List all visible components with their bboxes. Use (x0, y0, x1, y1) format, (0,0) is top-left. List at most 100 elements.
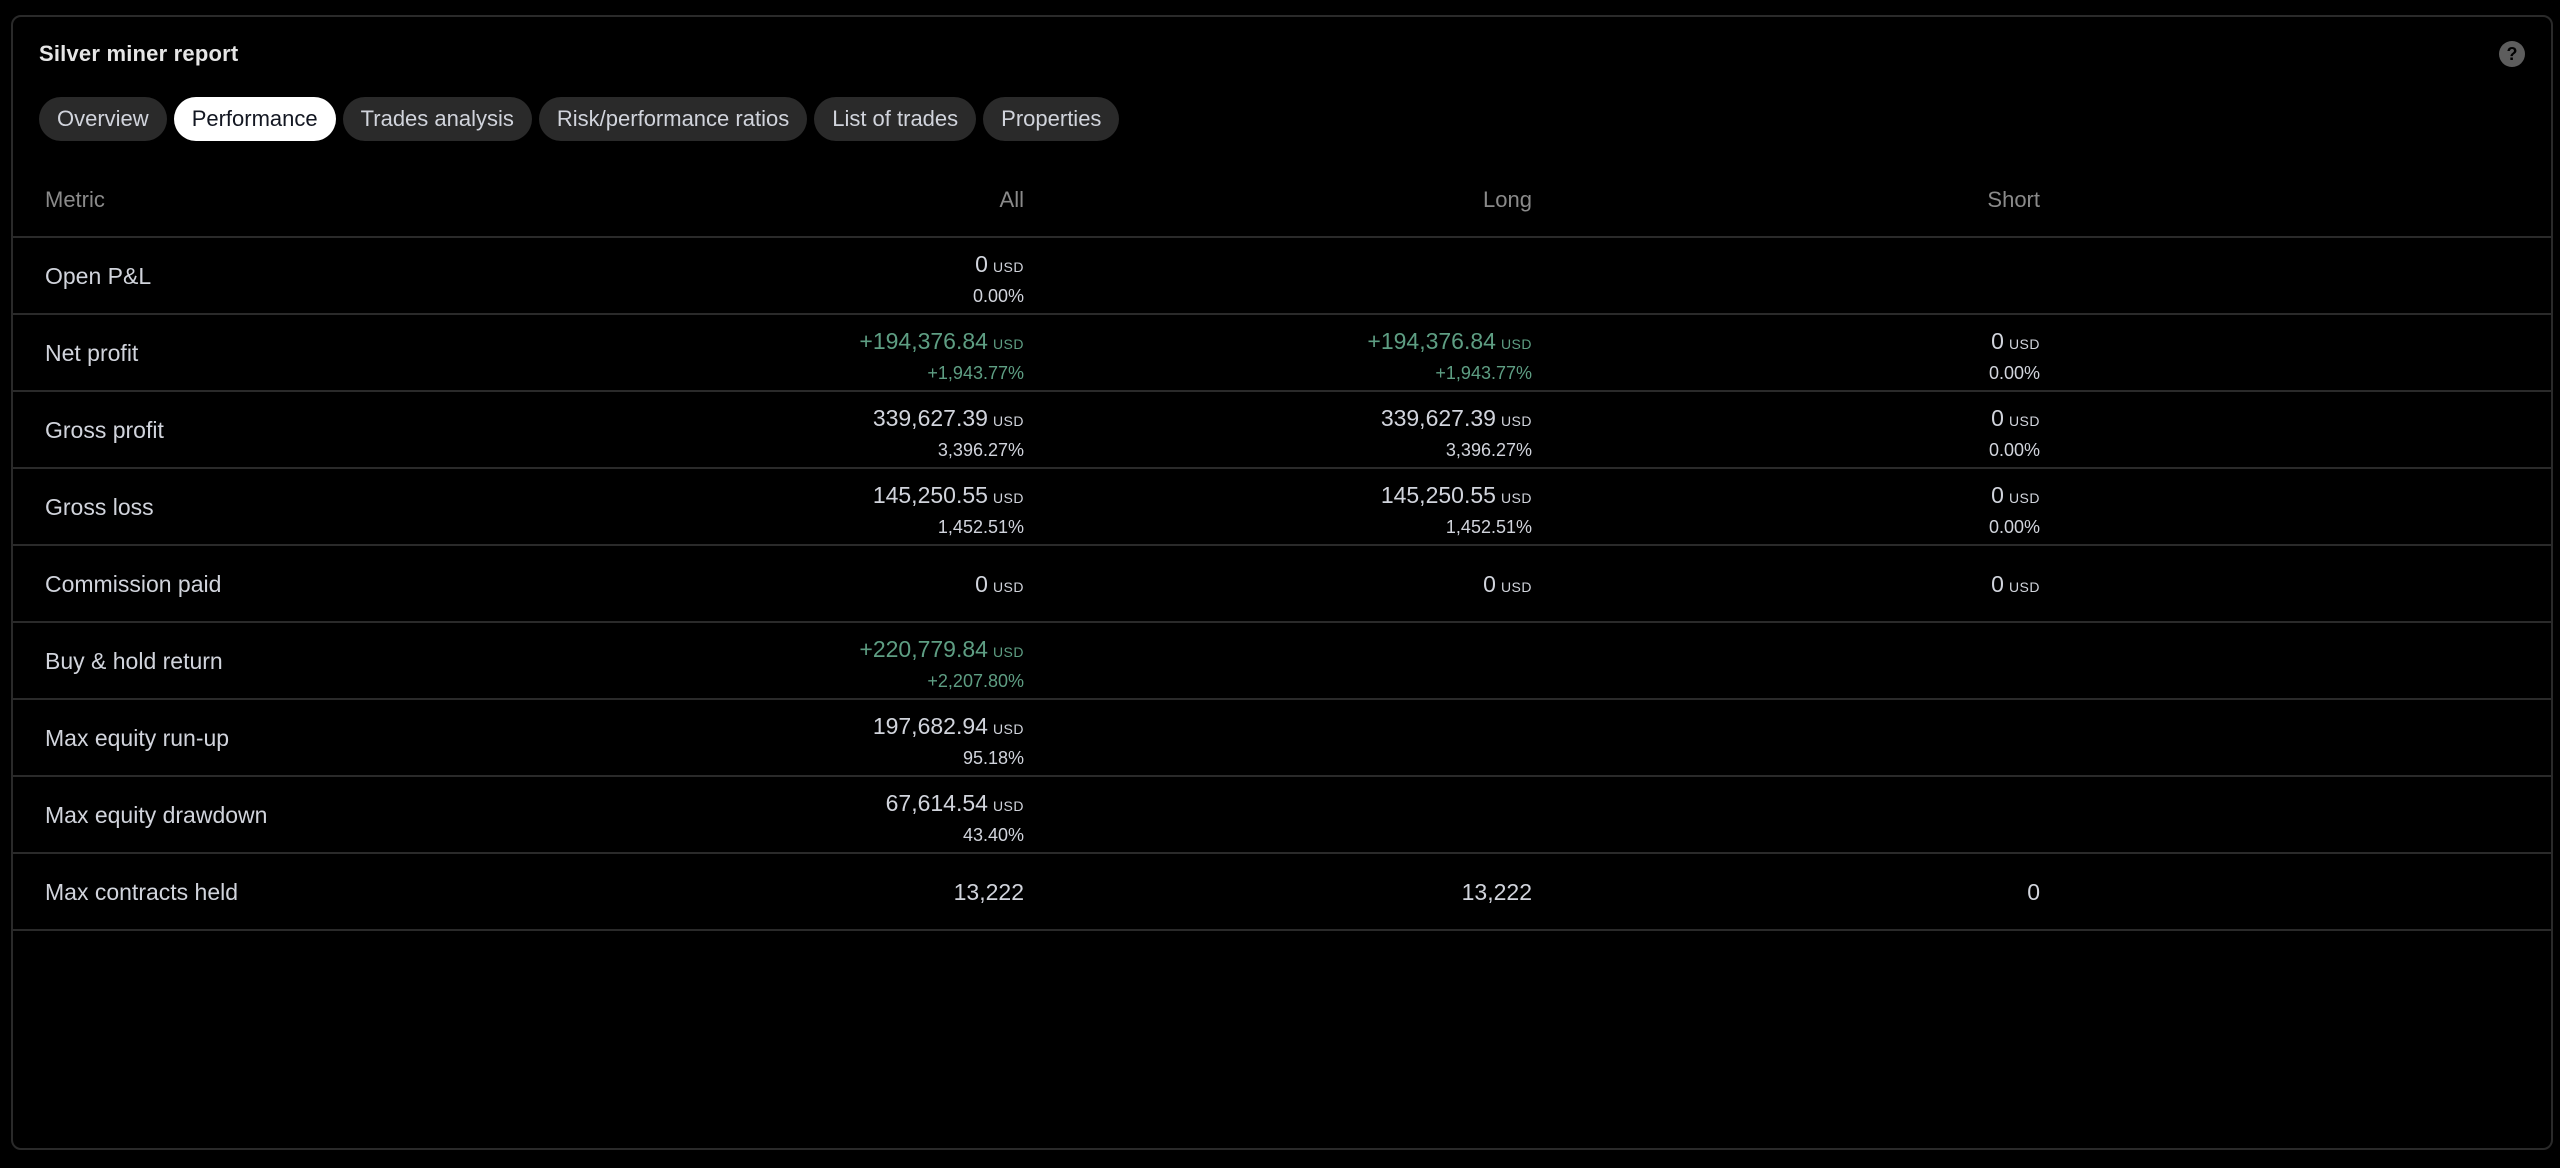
all-value: 145,250.55 (872, 482, 988, 508)
all-cell: 0 USD (975, 570, 1024, 601)
all-value-line: +194,376.84 USD (859, 327, 1024, 358)
header-short: Short (1987, 187, 2040, 212)
all-value-line: 197,682.94 USD (873, 712, 1024, 743)
all-cell: 67,614.54 USD 43.40% (886, 789, 1024, 847)
long-unit: USD (1500, 336, 1532, 352)
all-value: +220,779.84 (859, 636, 988, 662)
metric-label: Max equity run-up (45, 725, 230, 751)
long-percent: 1,452.51% (1445, 517, 1532, 537)
long-cell: 339,627.39 USD 3,396.27% (1381, 404, 1532, 462)
all-cell: 197,682.94 USD 95.18% (873, 712, 1024, 770)
tab-performance[interactable]: Performance (173, 97, 336, 141)
tab-overview[interactable]: Overview (39, 97, 167, 141)
all-value: +194,376.84 (859, 328, 988, 354)
long-value-line: 145,250.55 USD (1381, 481, 1532, 512)
short-value-line: 0 USD (1989, 404, 2040, 435)
header-metric: Metric (45, 187, 105, 212)
short-unit: USD (2008, 579, 2040, 595)
all-cell: +194,376.84 USD +1,943.77% (859, 327, 1024, 385)
short-value-line: 0 USD (1989, 481, 2040, 512)
header-long: Long (1483, 187, 1532, 212)
long-percent: 3,396.27% (1445, 440, 1532, 460)
all-unit: USD (992, 579, 1024, 595)
all-percent: 43.40% (962, 825, 1024, 845)
long-value-line: +194,376.84 USD (1367, 327, 1532, 358)
all-value-line: 0 USD (975, 570, 1024, 601)
table-row: Open P&L 0 USD 0.00% (13, 238, 2551, 315)
all-value-line: 67,614.54 USD (886, 789, 1024, 820)
table-body: Open P&L 0 USD 0.00% Net profit +194,376.84 US… (13, 238, 2551, 931)
all-percent: 1,452.51% (937, 517, 1024, 537)
tab-properties[interactable]: Properties (983, 97, 1120, 141)
header-all: All (999, 187, 1024, 212)
all-unit: USD (992, 336, 1024, 352)
short-value: 0 (1991, 482, 2004, 508)
metric-label: Gross profit (45, 417, 164, 443)
long-cell: 13,222 (1462, 878, 1532, 906)
table-row: Net profit +194,376.84 USD +1,943.77% +194,3… (13, 315, 2551, 392)
short-cell: 0 USD 0.00% (1989, 327, 2040, 385)
long-value: 0 (1483, 571, 1496, 597)
long-value: 145,250.55 (1380, 482, 1496, 508)
long-cell: 145,250.55 USD 1,452.51% (1381, 481, 1532, 539)
long-value-line: 0 USD (1483, 570, 1532, 601)
all-unit: USD (992, 798, 1024, 814)
all-percent: +1,943.77% (927, 363, 1024, 383)
all-value: 197,682.94 (872, 713, 988, 739)
short-value: 0 (1991, 328, 2004, 354)
all-percent: +2,207.80% (927, 671, 1024, 691)
table-row: Gross loss 145,250.55 USD 1,452.51% 145,250.… (13, 469, 2551, 546)
all-unit: USD (992, 413, 1024, 429)
short-value: 0 (1991, 405, 2004, 431)
table-header: Metric All Long Short (13, 164, 2551, 238)
all-unit: USD (992, 721, 1024, 737)
tab-trades-analysis[interactable]: Trades analysis (342, 97, 532, 141)
short-value-line: 0 (2027, 878, 2040, 906)
all-value-line: 0 USD (973, 250, 1024, 281)
question-circle-icon[interactable]: ? (2499, 41, 2525, 67)
all-percent: 0.00% (972, 286, 1024, 306)
long-cell: 0 USD (1483, 570, 1532, 601)
all-value: 67,614.54 (885, 790, 988, 816)
short-value-line: 0 USD (1991, 570, 2040, 601)
tab-risk-performance-ratios[interactable]: Risk/performance ratios (538, 97, 808, 141)
report-tabs: Overview Performance Trades analysis Ris… (39, 97, 1120, 141)
table-row: Buy & hold return +220,779.84 USD +2,207.80… (13, 623, 2551, 700)
table-row: Max equity drawdown 67,614.54 USD 43.40% (13, 777, 2551, 854)
all-unit: USD (992, 490, 1024, 506)
all-value: 339,627.39 (872, 405, 988, 431)
table-row: Max equity run-up 197,682.94 USD 95.18% (13, 700, 2551, 777)
tab-list-of-trades[interactable]: List of trades (814, 97, 977, 141)
all-unit: USD (992, 644, 1024, 660)
long-percent: +1,943.77% (1435, 363, 1532, 383)
long-value-line: 13,222 (1462, 878, 1532, 906)
long-unit: USD (1500, 413, 1532, 429)
metric-label: Open P&L (45, 263, 152, 289)
short-cell: 0 (2027, 878, 2040, 906)
short-unit: USD (2008, 413, 2040, 429)
short-cell: 0 USD 0.00% (1989, 404, 2040, 462)
short-cell: 0 USD 0.00% (1989, 481, 2040, 539)
metric-label: Net profit (45, 340, 139, 366)
table-row: Gross profit 339,627.39 USD 3,396.27% 339,62… (13, 392, 2551, 469)
strategy-report-panel: Silver miner report ? Overview Performan… (11, 15, 2553, 1150)
table-row: Commission paid 0 USD 0 USD 0 USD (13, 546, 2551, 623)
all-value-line: +220,779.84 USD (859, 635, 1024, 666)
short-value-line: 0 USD (1989, 327, 2040, 358)
table-row: Max contracts held 13,222 13,222 0 (13, 854, 2551, 931)
all-cell: 13,222 (954, 878, 1024, 906)
short-value: 0 (1991, 571, 2004, 597)
short-unit: USD (2008, 336, 2040, 352)
metric-label: Max equity drawdown (45, 802, 268, 828)
all-value: 0 (975, 571, 988, 597)
short-percent: 0.00% (1988, 517, 2040, 537)
metric-label: Buy & hold return (45, 648, 223, 674)
all-percent: 3,396.27% (937, 440, 1024, 460)
short-percent: 0.00% (1988, 440, 2040, 460)
report-title: Silver miner report (39, 41, 239, 66)
metric-label: Commission paid (45, 571, 222, 597)
metric-label: Gross loss (45, 494, 154, 520)
long-unit: USD (1500, 579, 1532, 595)
long-cell: +194,376.84 USD +1,943.77% (1367, 327, 1532, 385)
all-cell: 0 USD 0.00% (973, 250, 1024, 308)
